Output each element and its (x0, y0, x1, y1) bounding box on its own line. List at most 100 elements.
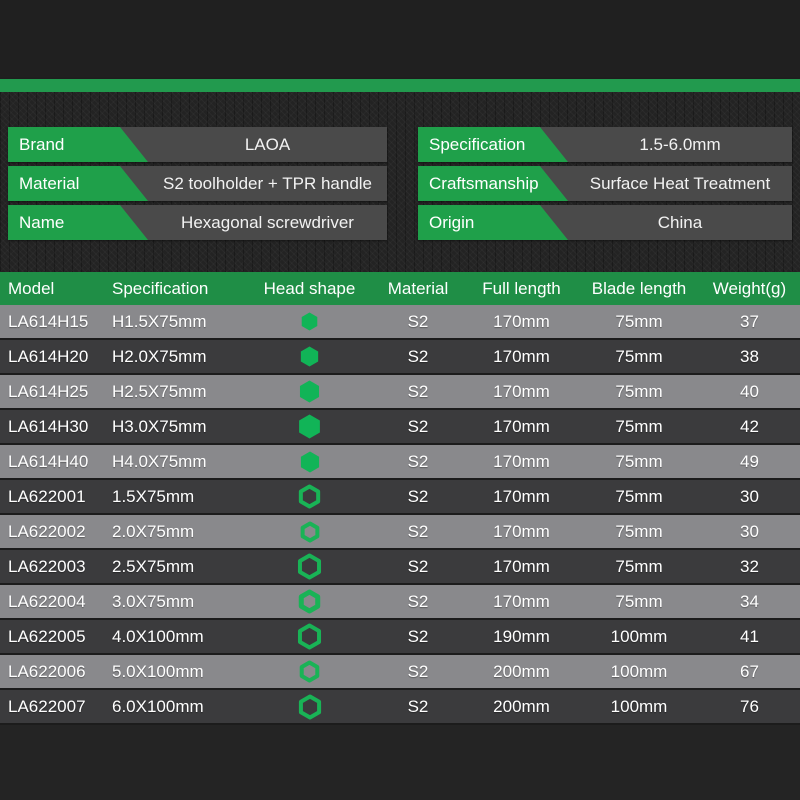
table-row: LA622001 1.5X75mm S2 170mm 75mm 30 (0, 480, 800, 515)
info-row: Brand LAOA (8, 127, 387, 162)
info-value: LAOA (244, 135, 291, 154)
cell-material: S2 (407, 521, 429, 541)
hexagon-ring-icon (300, 521, 319, 542)
cell-model: LA622006 (8, 661, 86, 681)
cell-head-shape (247, 484, 372, 509)
cell-full-length: 200mm (493, 696, 550, 716)
cell-weight: 34 (740, 591, 759, 611)
table-row: LA622006 5.0X100mm S2 200mm 100mm 67 (0, 655, 800, 690)
cell-model: LA622003 (8, 556, 86, 576)
cell-head-shape (247, 521, 372, 543)
table-body: LA614H15 H1.5X75mm S2 170mm 75mm 37 LA614H20 H2… (0, 305, 800, 725)
table-row: LA622005 4.0X100mm S2 190mm 100mm 41 (0, 620, 800, 655)
hexagon-ring-icon (299, 660, 320, 683)
cell-model: LA622001 (8, 486, 86, 506)
cell-specification: 6.0X100mm (112, 696, 204, 716)
table-row: LA622002 2.0X75mm S2 170mm 75mm 30 (0, 515, 800, 550)
cell-model: LA622005 (8, 626, 86, 646)
cell-head-shape (247, 589, 372, 614)
cell-specification: H1.5X75mm (112, 311, 207, 331)
cell-specification: H3.0X75mm (112, 416, 207, 436)
cell-full-length: 170mm (493, 451, 550, 471)
column-header-full-length: Full length (482, 278, 561, 298)
solid-hexagon-icon (299, 380, 320, 403)
info-panel-right: Specification 1.5-6.0mm Craftsmanship Surfa… (418, 127, 792, 244)
info-row: Name Hexagonal screwdriver (8, 205, 387, 240)
info-row: Specification 1.5-6.0mm (418, 127, 792, 162)
cell-material: S2 (407, 696, 429, 716)
cell-blade-length: 100mm (610, 626, 668, 646)
cell-head-shape (247, 414, 372, 439)
cell-specification: H2.5X75mm (112, 381, 207, 401)
cell-blade-length: 75mm (615, 346, 663, 366)
bottom-dark-band (0, 719, 800, 800)
cell-weight: 38 (740, 346, 759, 366)
column-header-material: Material (387, 278, 449, 298)
cell-full-length: 170mm (493, 311, 550, 331)
solid-hexagon-icon (299, 414, 320, 439)
cell-head-shape (247, 380, 372, 403)
column-header-head-shape: Head shape (263, 278, 356, 298)
product-spec-page: Brand LAOA Material S2 toolholder + TPR han… (0, 0, 800, 800)
info-label: Specification (418, 127, 568, 162)
cell-full-length: 170mm (493, 556, 550, 576)
cell-model: LA614H40 (8, 451, 89, 471)
table-header-row: Model Specification Head shape Material Full… (0, 272, 800, 305)
cell-full-length: 170mm (493, 416, 550, 436)
cell-full-length: 170mm (493, 346, 550, 366)
info-row: Origin China (418, 205, 792, 240)
column-header-model: Model (8, 278, 55, 298)
info-label: Origin (418, 205, 568, 240)
cell-model: LA622004 (8, 591, 86, 611)
cell-head-shape (247, 451, 372, 473)
green-divider-bar (0, 79, 800, 92)
table-row: LA622003 2.5X75mm S2 170mm 75mm 32 (0, 550, 800, 585)
cell-blade-length: 75mm (615, 311, 663, 331)
cell-material: S2 (407, 591, 429, 611)
cell-material: S2 (407, 346, 429, 366)
cell-specification: H2.0X75mm (112, 346, 207, 366)
cell-material: S2 (407, 486, 429, 506)
cell-specification: 4.0X100mm (112, 626, 204, 646)
cell-specification: 3.0X75mm (112, 591, 195, 611)
cell-head-shape (247, 346, 372, 367)
cell-weight: 41 (740, 626, 759, 646)
cell-specification: 2.5X75mm (112, 556, 195, 576)
info-value: S2 toolholder + TPR handle (162, 174, 373, 193)
hexagon-ring-icon (297, 623, 322, 650)
info-row: Craftsmanship Surface Heat Treatment (418, 166, 792, 201)
solid-hexagon-icon (301, 312, 318, 331)
hexagon-ring-icon (298, 694, 321, 719)
cell-full-length: 170mm (493, 486, 550, 506)
cell-weight: 42 (740, 416, 759, 436)
cell-blade-length: 100mm (610, 661, 668, 681)
cell-full-length: 170mm (493, 381, 550, 401)
info-value: 1.5-6.0mm (639, 135, 721, 154)
cell-specification: 2.0X75mm (112, 521, 195, 541)
cell-material: S2 (407, 556, 429, 576)
cell-blade-length: 75mm (615, 381, 663, 401)
cell-weight: 30 (740, 486, 759, 506)
cell-head-shape (247, 623, 372, 650)
cell-head-shape (247, 660, 372, 683)
cell-specification: 1.5X75mm (112, 486, 195, 506)
cell-weight: 40 (740, 381, 759, 401)
table-row: LA614H30 H3.0X75mm S2 170mm 75mm 42 (0, 410, 800, 445)
cell-full-length: 200mm (493, 661, 550, 681)
specification-table: Model Specification Head shape Material Full… (0, 272, 800, 725)
cell-weight: 76 (740, 696, 759, 716)
info-panel-left: Brand LAOA Material S2 toolholder + TPR han… (8, 127, 387, 244)
cell-material: S2 (407, 416, 429, 436)
table-row: LA614H15 H1.5X75mm S2 170mm 75mm 37 (0, 305, 800, 340)
cell-weight: 49 (740, 451, 759, 471)
cell-model: LA622002 (8, 521, 86, 541)
info-value: Hexagonal screwdriver (181, 213, 354, 232)
info-value: Surface Heat Treatment (589, 174, 771, 193)
solid-hexagon-icon (300, 451, 319, 472)
cell-specification: H4.0X75mm (112, 451, 207, 471)
cell-full-length: 170mm (493, 521, 550, 541)
cell-blade-length: 75mm (615, 556, 663, 576)
cell-head-shape (247, 694, 372, 720)
info-label: Name (8, 205, 148, 240)
table-row: LA622007 6.0X100mm S2 200mm 100mm 76 (0, 690, 800, 725)
